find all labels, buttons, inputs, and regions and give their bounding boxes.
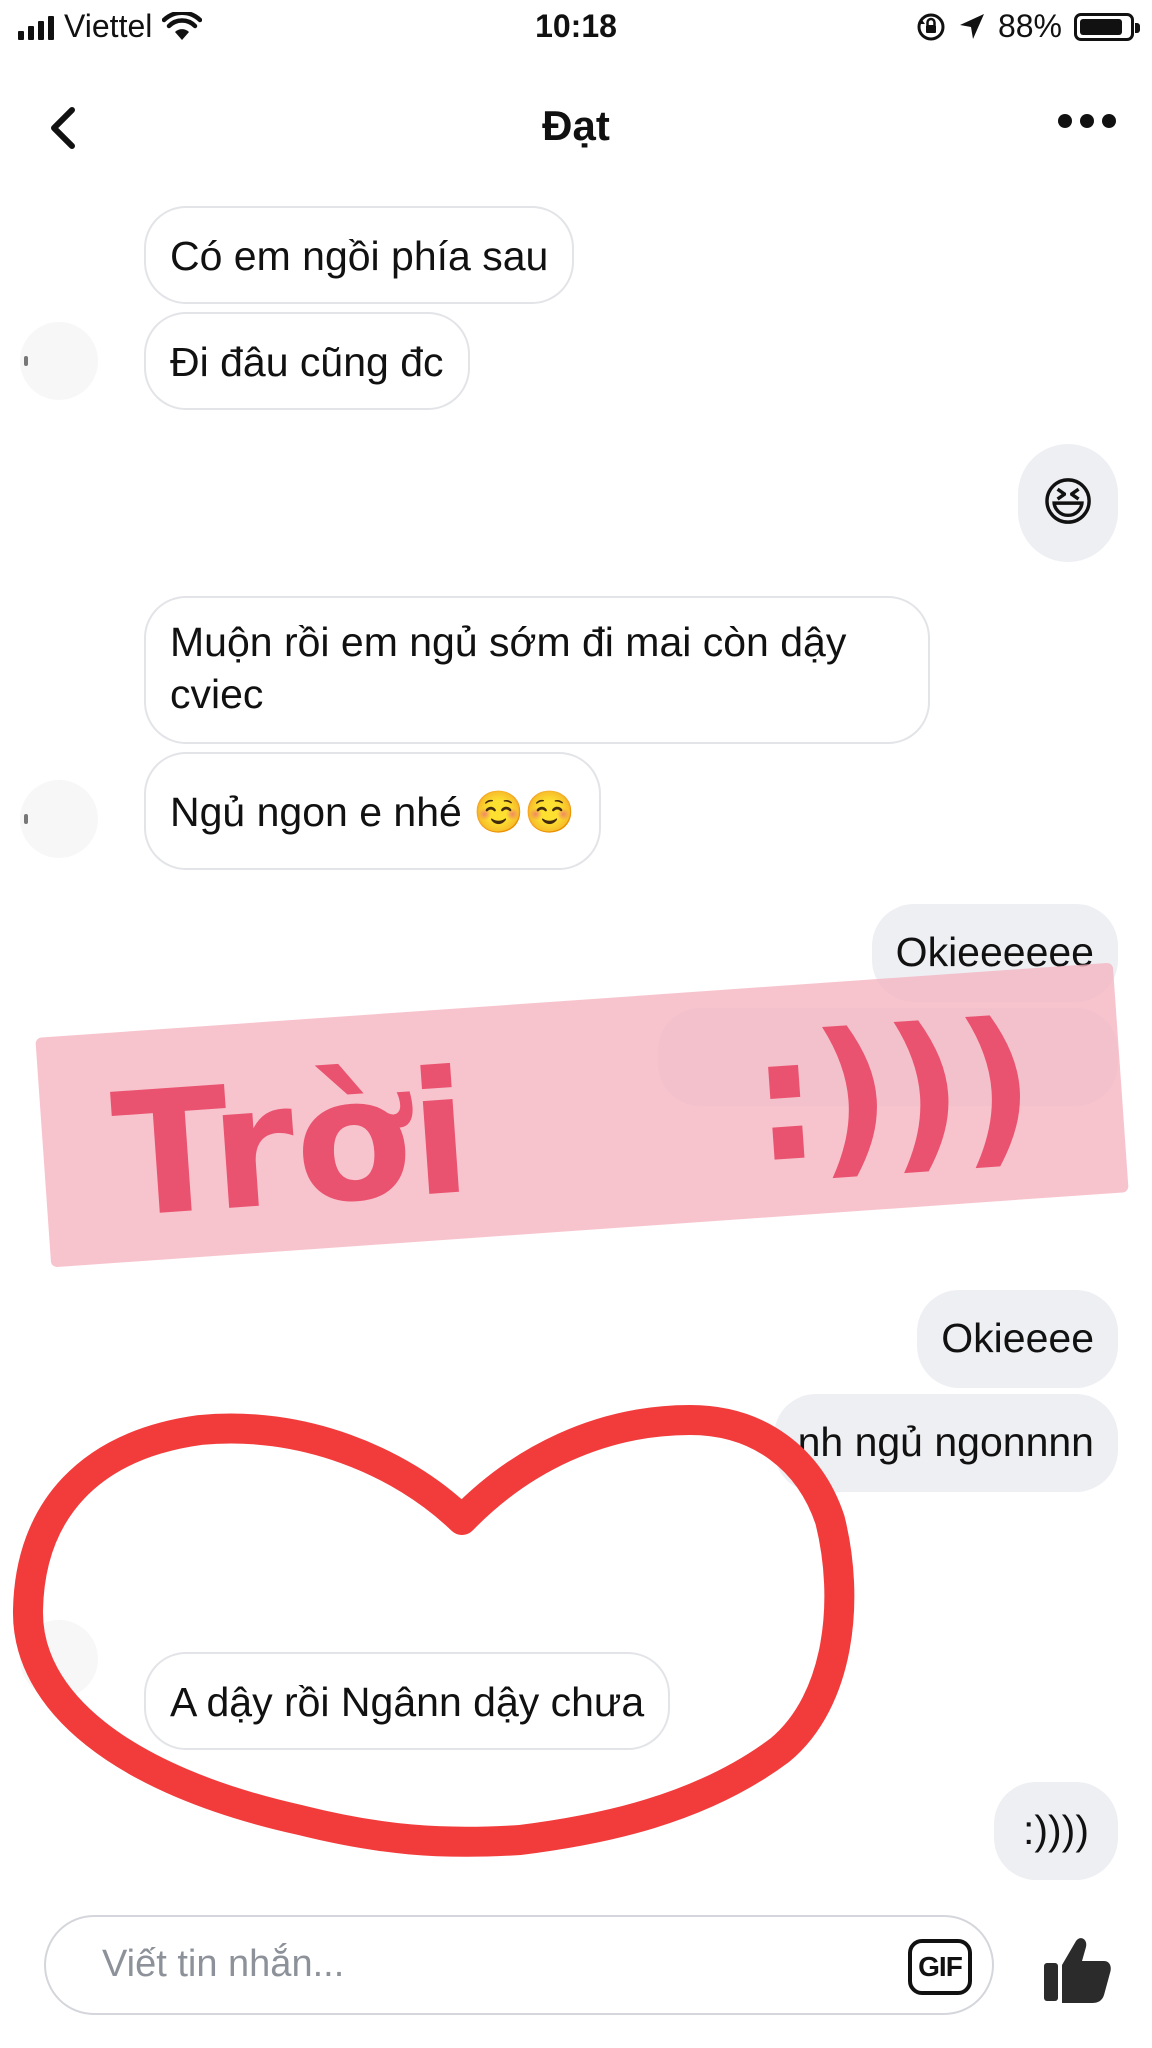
status-bar: Viettel 10:18 88% (0, 0, 1152, 58)
contact-avatar[interactable] (20, 322, 98, 400)
message-composer: Viết tin nhắn... GIF (0, 1895, 1152, 2025)
contact-name-title[interactable]: Đạt (0, 102, 1152, 150)
message-bubble-incoming[interactable]: Có em ngồi phía sau (144, 206, 575, 304)
message-text: Đi đâu cũng đc (170, 339, 444, 385)
message-text: Có em ngồi phía sau (170, 233, 549, 279)
contact-avatar[interactable] (20, 780, 98, 858)
overlay-smiley: :))) (744, 985, 1035, 1202)
more-options-icon[interactable] (1058, 114, 1116, 128)
battery-cap (1135, 22, 1140, 33)
status-right: 88% (916, 8, 1140, 45)
message-bubble-outgoing[interactable]: Okieeee (917, 1290, 1118, 1388)
rotation-lock-icon (917, 13, 945, 40)
heart-scribble-drawing (12, 1405, 855, 1857)
contact-avatar[interactable] (20, 1620, 98, 1698)
message-bubble-outgoing[interactable]: :)))) (994, 1782, 1118, 1880)
thumbs-up-icon[interactable] (1040, 1933, 1114, 2007)
overlay-word: Trời (106, 1034, 477, 1257)
location-arrow-icon (959, 13, 984, 39)
chat-header: Đạt (0, 80, 1152, 176)
battery-fill (1080, 18, 1123, 35)
chat-screen: Viettel 10:18 88% Đạt Có em ngồi phía sa… (0, 0, 1152, 2048)
message-bubble-outgoing[interactable]: 😆 (1018, 444, 1118, 562)
message-emoji: 😆 (1040, 474, 1096, 532)
message-bubble-incoming[interactable]: Ngủ ngon e nhé ☺️☺️ (144, 752, 602, 870)
message-text: A dậy rồi Ngânn dậy chưa (170, 1679, 645, 1725)
message-bubble-incoming[interactable]: A dậy rồi Ngânn dậy chưa (144, 1652, 671, 1750)
battery-icon (1074, 12, 1140, 41)
message-text: nh ngủ ngonnnn (797, 1419, 1094, 1465)
text-sticker-overlay: Trời :))) (35, 962, 1129, 1268)
message-input-placeholder: Viết tin nhắn... (102, 1943, 345, 1985)
message-bubble-incoming[interactable]: Muộn rồi em ngủ sớm đi mai còn dậy cviec (144, 596, 930, 744)
message-text: Muộn rồi em ngủ sớm đi mai còn dậy cviec (170, 619, 847, 717)
message-bubble-outgoing[interactable]: nh ngủ ngonnnn (773, 1394, 1118, 1492)
battery-percentage: 88% (997, 8, 1062, 44)
message-text: :)))) (1022, 1807, 1089, 1853)
message-text: Ngủ ngon e nhé ☺️☺️ (170, 789, 576, 835)
message-text: Okieeee (941, 1315, 1094, 1361)
gif-button[interactable]: GIF (908, 1939, 972, 1995)
message-input[interactable]: Viết tin nhắn... GIF (44, 1915, 994, 2015)
message-bubble-incoming[interactable]: Đi đâu cũng đc (144, 312, 470, 410)
